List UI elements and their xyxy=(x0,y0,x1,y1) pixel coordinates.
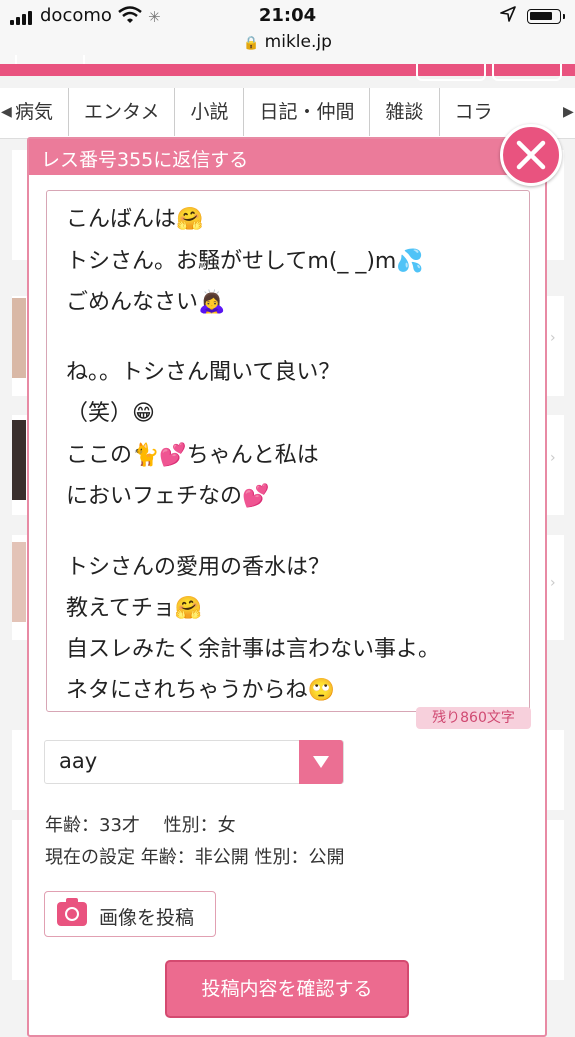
chevron-right-icon: › xyxy=(550,330,556,346)
header-button-right-1[interactable] xyxy=(416,64,486,81)
upload-image-button[interactable]: 画像を投稿 xyxy=(44,891,216,937)
name-select[interactable]: aay xyxy=(44,740,344,784)
message-line: ね。。トシさん聞いて良い？ xyxy=(66,360,341,385)
nav-right-arrow-icon[interactable]: ▶ xyxy=(563,88,574,136)
upload-image-label: 画像を投稿 xyxy=(99,907,195,929)
modal-title-bar: レス番号355に返信する xyxy=(29,139,545,175)
category-nav: ◀ 病気 エンタメ 小説 日記・仲間 雑談 コラ ▶ xyxy=(0,88,575,139)
nav-item-column[interactable]: コラ xyxy=(440,88,508,136)
message-line: トシさん。お騒がせしてm(_ _)m💦 xyxy=(66,249,424,274)
nav-item-byoki[interactable]: 病気 xyxy=(10,88,70,136)
message-line: ここの🐈💕ちゃんと私は xyxy=(66,443,319,468)
message-line: 自スレみたく余計事は言わない事よ。 xyxy=(66,637,441,662)
dropdown-arrow-icon[interactable] xyxy=(299,740,343,784)
close-button[interactable] xyxy=(500,124,562,186)
message-line: こんばんは🤗 xyxy=(66,207,204,232)
background-thumbnail xyxy=(12,298,26,378)
profile-info: 年齢：33才 性別：女 xyxy=(45,815,236,836)
site-header xyxy=(0,64,575,76)
reply-modal: レス番号355に返信する こんばんは🤗 トシさん。お騒がせしてm(_ _)m💦 … xyxy=(27,137,547,1037)
background-thumbnail xyxy=(12,420,26,500)
name-select-value: aay xyxy=(59,749,98,773)
battery-icon xyxy=(527,9,565,24)
message-line: ごめんなさい🙇‍♀️ xyxy=(66,290,226,315)
chevron-right-icon: › xyxy=(550,575,556,591)
location-arrow-icon xyxy=(500,6,516,22)
message-line: ネタにされちゃうからね🙄 xyxy=(66,678,335,703)
chevron-right-icon: › xyxy=(550,450,556,466)
reply-textarea[interactable]: こんばんは🤗 トシさん。お騒がせしてm(_ _)m💦 ごめんなさい🙇‍♀️ ね。… xyxy=(46,190,530,712)
confirm-post-button[interactable]: 投稿内容を確認する xyxy=(165,960,409,1018)
modal-title: レス番号355に返信する xyxy=(41,149,249,171)
close-icon xyxy=(516,140,546,170)
url-text: mikle.jp xyxy=(264,32,332,52)
message-line: においフェチなの💕 xyxy=(66,484,270,509)
background-thumbnail xyxy=(12,542,26,622)
message-line: （笑）😁 xyxy=(66,401,155,426)
message-line: 教えてチョ🤗 xyxy=(66,596,203,621)
url-bar[interactable]: 🔒 mikle.jp xyxy=(0,32,575,52)
char-count-badge: 残り860文字 xyxy=(416,707,531,729)
nav-item-shosetsu[interactable]: 小説 xyxy=(175,88,245,136)
nav-item-nikki[interactable]: 日記・仲間 xyxy=(244,88,371,136)
message-line: トシさんの愛用の香水は？ xyxy=(66,555,331,580)
header-button-right-2[interactable] xyxy=(492,64,562,81)
nav-item-zatsudan[interactable]: 雑談 xyxy=(370,88,440,136)
clock: 21:04 xyxy=(258,5,317,26)
camera-icon xyxy=(57,898,87,926)
nav-item-entame[interactable]: エンタメ xyxy=(69,88,176,136)
lock-icon: 🔒 xyxy=(243,36,260,51)
current-settings: 現在の設定 年齢：非公開 性別：公開 xyxy=(45,847,345,868)
status-bar: docomo ✳ 21:04 🔒 mikle.jp xyxy=(0,0,575,64)
